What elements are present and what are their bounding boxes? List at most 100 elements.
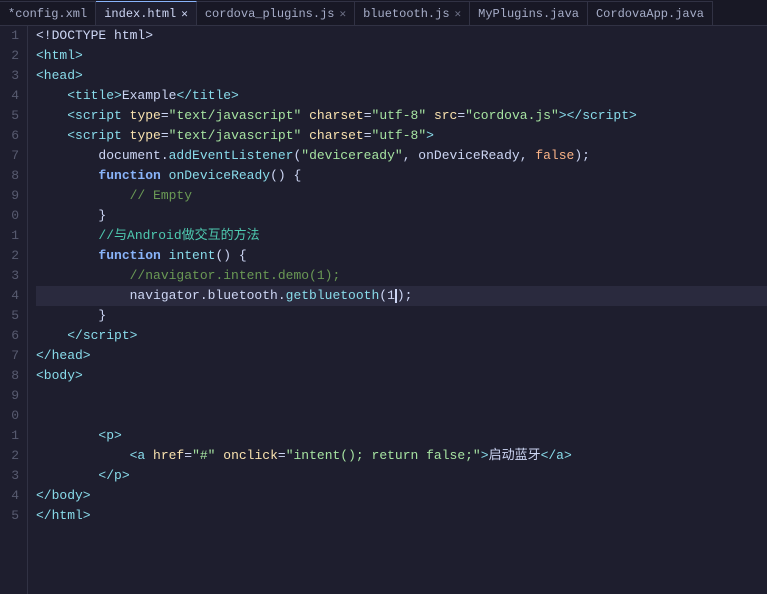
code-token: // Empty <box>130 186 192 206</box>
code-line-25: </html> <box>36 506 767 526</box>
code-token: </a> <box>541 446 572 466</box>
code-token: 启动蓝牙 <box>489 446 541 466</box>
code-line-19 <box>36 386 767 406</box>
line-num-24: 4 <box>4 486 19 506</box>
code-token: navigator.bluetooth. <box>36 286 286 306</box>
tab-bar: *config.xml index.html ✕ cordova_plugins… <box>0 0 767 26</box>
line-num-4: 4 <box>4 86 19 106</box>
line-num-19: 9 <box>4 386 19 406</box>
code-token: addEventListener <box>169 146 294 166</box>
code-token: <p> <box>98 426 121 446</box>
code-token: = <box>364 126 372 146</box>
code-line-11: //与Android做交互的方法 <box>36 226 767 246</box>
code-line-22: <a href="#" onclick="intent(); return fa… <box>36 446 767 466</box>
code-token: "utf-8" <box>372 106 427 126</box>
code-token: </script> <box>67 326 137 346</box>
tab-index-close[interactable]: ✕ <box>181 7 188 21</box>
code-token <box>36 246 98 266</box>
code-token: //navigator.intent.demo(1); <box>130 266 341 286</box>
tab-myplugins[interactable]: MyPlugins.java <box>470 1 588 25</box>
line-num-20: 0 <box>4 406 19 426</box>
code-area[interactable]: <!DOCTYPE html> <html> <head> <title>Exa… <box>28 26 767 594</box>
code-token <box>426 106 434 126</box>
code-line-8: function onDeviceReady() { <box>36 166 767 186</box>
code-line-12: function intent() { <box>36 246 767 266</box>
code-token: //与Android做交互的方法 <box>98 226 259 246</box>
code-token: getbluetooth <box>286 286 380 306</box>
line-num-1: 1 <box>4 26 19 46</box>
code-token: } <box>36 206 106 226</box>
code-token: , onDeviceReady, <box>403 146 536 166</box>
code-token: </title> <box>176 86 238 106</box>
code-token: = <box>278 446 286 466</box>
tab-config[interactable]: *config.xml <box>0 1 96 25</box>
tab-bluetooth[interactable]: bluetooth.js ✕ <box>355 1 470 25</box>
code-line-4: <title>Example</title> <box>36 86 767 106</box>
code-line-1: <!DOCTYPE html> <box>36 26 767 46</box>
tab-index[interactable]: index.html ✕ <box>96 1 197 25</box>
code-token: <script <box>67 126 129 146</box>
line-num-22: 2 <box>4 446 19 466</box>
code-token <box>36 466 98 486</box>
line-num-12: 2 <box>4 246 19 266</box>
code-token <box>36 386 44 406</box>
code-token: <html> <box>36 46 83 66</box>
code-token: charset <box>309 126 364 146</box>
line-num-23: 3 <box>4 466 19 486</box>
line-num-7: 7 <box>4 146 19 166</box>
line-num-6: 6 <box>4 126 19 146</box>
line-num-18: 8 <box>4 366 19 386</box>
code-token <box>36 266 130 286</box>
editor: 1 2 3 4 5 6 7 8 9 0 1 2 3 4 5 6 7 8 9 0 … <box>0 26 767 594</box>
code-token: "cordova.js" <box>465 106 559 126</box>
code-line-6: <script type="text/javascript" charset="… <box>36 126 767 146</box>
tab-config-label: *config.xml <box>8 7 87 21</box>
code-token: > <box>481 446 489 466</box>
code-token: <body> <box>36 366 83 386</box>
tab-bluetooth-close[interactable]: ✕ <box>455 7 462 21</box>
code-token: function <box>98 246 160 266</box>
code-token: "text/javascript" <box>169 126 302 146</box>
code-token <box>36 106 67 126</box>
tab-myplugins-label: MyPlugins.java <box>478 7 579 21</box>
tab-cordovaapp[interactable]: CordovaApp.java <box>588 1 713 25</box>
code-token <box>36 406 67 426</box>
tab-cordova-close[interactable]: ✕ <box>339 7 346 21</box>
tab-cordova[interactable]: cordova_plugins.js ✕ <box>197 1 355 25</box>
code-token: "text/javascript" <box>169 106 302 126</box>
code-line-2: <html> <box>36 46 767 66</box>
tab-cordova-label: cordova_plugins.js <box>205 7 335 21</box>
code-line-13: //navigator.intent.demo(1); <box>36 266 767 286</box>
code-token: src <box>434 106 457 126</box>
tab-cordovaapp-label: CordovaApp.java <box>596 7 704 21</box>
code-token <box>161 166 169 186</box>
code-token: type <box>130 126 161 146</box>
code-token: (1 <box>379 286 395 306</box>
code-token: </html> <box>36 506 91 526</box>
code-token: "utf-8" <box>372 126 427 146</box>
code-line-5: <script type="text/javascript" charset="… <box>36 106 767 126</box>
code-token: <script <box>67 106 129 126</box>
code-token: </head> <box>36 346 91 366</box>
line-num-11: 1 <box>4 226 19 246</box>
code-token: "deviceready" <box>301 146 402 166</box>
code-token: charset <box>309 106 364 126</box>
code-token: Example <box>122 86 177 106</box>
code-token <box>36 326 67 346</box>
code-token: ( <box>293 146 301 166</box>
tab-index-label: index.html <box>104 7 176 21</box>
code-line-17: </head> <box>36 346 767 366</box>
code-token <box>215 446 223 466</box>
code-token: = <box>457 106 465 126</box>
code-token <box>36 426 98 446</box>
code-token: type <box>130 106 161 126</box>
code-token: = <box>184 446 192 466</box>
code-token <box>161 246 169 266</box>
line-num-16: 6 <box>4 326 19 346</box>
code-token: () { <box>215 246 246 266</box>
code-token: false <box>535 146 574 166</box>
code-token <box>301 126 309 146</box>
code-token: "intent(); return false;" <box>286 446 481 466</box>
line-num-17: 7 <box>4 346 19 366</box>
line-num-15: 5 <box>4 306 19 326</box>
